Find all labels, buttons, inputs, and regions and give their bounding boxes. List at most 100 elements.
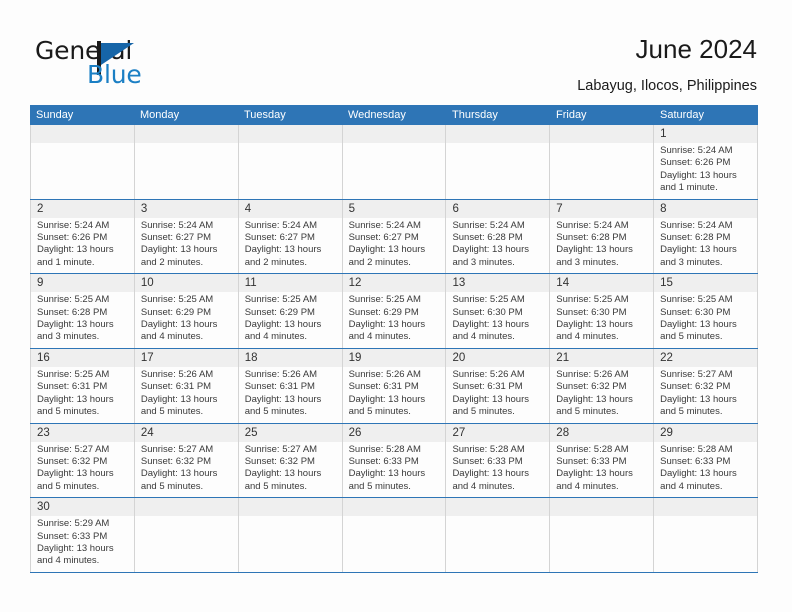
calendar-day-cell[interactable]: 7 Sunrise: 5:24 AM Sunset: 6:28 PM Daylight… <box>549 199 654 274</box>
daylight-text-line2: and 5 minutes. <box>556 406 619 418</box>
day-number <box>550 498 654 517</box>
daylight-text-line2: and 4 minutes. <box>140 331 204 343</box>
sunrise-text: Sunrise: 5:24 AM <box>452 219 525 231</box>
day-sun-info <box>239 516 342 522</box>
calendar-day-cell[interactable]: 25 Sunrise: 5:27 AM Sunset: 6:32 PM Dayligh… <box>237 423 342 498</box>
sunset-text: Sunset: 6:29 PM <box>244 306 315 318</box>
calendar-day-cell[interactable]: 19 Sunrise: 5:26 AM Sunset: 6:31 PM Dayligh… <box>341 348 446 423</box>
calendar-day-cell-empty <box>237 125 342 199</box>
day-number: 4 <box>238 199 342 218</box>
day-number: 17 <box>134 348 238 367</box>
calendar-day-cell[interactable]: 1 Sunrise: 5:24 AM Sunset: 6:26 PM Daylight… <box>653 125 759 199</box>
sunset-text: Sunset: 6:31 PM <box>244 381 315 393</box>
sunset-text: Sunset: 6:33 PM <box>660 455 731 467</box>
daylight-text-line1: Daylight: 13 hours <box>244 319 322 331</box>
day-number: 6 <box>446 199 550 218</box>
day-number: 2 <box>31 199 134 218</box>
day-number <box>238 125 342 143</box>
weekday-header-monday: Monday <box>140 109 180 121</box>
calendar-day-cell[interactable]: 8 Sunrise: 5:24 AM Sunset: 6:28 PM Daylight… <box>653 199 759 274</box>
calendar-day-cell[interactable]: 10 Sunrise: 5:25 AM Sunset: 6:29 PM Dayligh… <box>133 274 238 348</box>
daylight-text-line2: and 4 minutes. <box>556 480 619 492</box>
calendar-day-cell[interactable]: 29 Sunrise: 5:28 AM Sunset: 6:33 PM Dayligh… <box>653 423 759 498</box>
sunrise-text: Sunrise: 5:25 AM <box>140 294 214 306</box>
calendar-week-row: 30 Sunrise: 5:29 AM Sunset: 6:33 PM Dayligh… <box>30 498 759 573</box>
daylight-text-line1: Daylight: 13 hours <box>556 393 633 405</box>
sunset-text: Sunset: 6:30 PM <box>660 306 731 318</box>
weekday-header-friday: Friday <box>556 109 587 121</box>
calendar-day-cell-empty <box>445 125 550 199</box>
day-number <box>446 125 550 143</box>
day-number: 20 <box>446 348 550 367</box>
calendar-day-cell[interactable]: 30 Sunrise: 5:29 AM Sunset: 6:33 PM Dayligh… <box>30 498 134 572</box>
sunrise-text: Sunrise: 5:27 AM <box>140 443 214 455</box>
calendar-day-cell[interactable]: 6 Sunrise: 5:24 AM Sunset: 6:28 PM Daylight… <box>445 199 550 274</box>
day-number <box>134 498 238 517</box>
day-number: 3 <box>134 199 238 218</box>
calendar-day-cell[interactable]: 27 Sunrise: 5:28 AM Sunset: 6:33 PM Dayligh… <box>445 423 550 498</box>
daylight-text-line2: and 4 minutes. <box>556 331 619 343</box>
calendar-day-cell[interactable]: 13 Sunrise: 5:25 AM Sunset: 6:30 PM Dayligh… <box>445 274 550 348</box>
daylight-text-line2: and 3 minutes. <box>660 256 723 268</box>
calendar-day-cell[interactable]: 20 Sunrise: 5:26 AM Sunset: 6:31 PM Dayligh… <box>445 348 550 423</box>
calendar-day-cell[interactable]: 16 Sunrise: 5:25 AM Sunset: 6:31 PM Dayligh… <box>30 348 134 423</box>
calendar-day-cell-empty <box>133 125 238 199</box>
sunrise-text: Sunrise: 5:25 AM <box>660 294 733 306</box>
daylight-text-line2: and 2 minutes. <box>348 256 411 268</box>
day-number <box>342 498 446 517</box>
calendar-day-cell-empty <box>341 498 446 572</box>
calendar-day-cell[interactable]: 11 Sunrise: 5:25 AM Sunset: 6:29 PM Dayligh… <box>237 274 342 348</box>
calendar-day-cell[interactable]: 2 Sunrise: 5:24 AM Sunset: 6:26 PM Daylight… <box>30 199 134 274</box>
day-number: 27 <box>446 423 550 442</box>
calendar-day-cell[interactable]: 24 Sunrise: 5:27 AM Sunset: 6:32 PM Dayligh… <box>133 423 238 498</box>
day-number <box>654 498 758 517</box>
calendar-day-cell[interactable]: 21 Sunrise: 5:26 AM Sunset: 6:32 PM Dayligh… <box>549 348 654 423</box>
page-title: June 2024 <box>635 34 757 64</box>
sunset-text: Sunset: 6:28 PM <box>556 232 627 244</box>
day-number: 1 <box>654 125 758 143</box>
day-number: 23 <box>31 423 134 442</box>
daylight-text-line2: and 5 minutes. <box>660 331 723 343</box>
sunrise-text: Sunrise: 5:26 AM <box>556 368 629 380</box>
sunset-text: Sunset: 6:33 PM <box>348 455 419 467</box>
calendar-day-cell[interactable]: 28 Sunrise: 5:28 AM Sunset: 6:33 PM Dayligh… <box>549 423 654 498</box>
weekday-header-thursday: Thursday <box>452 109 498 121</box>
calendar-day-cell[interactable]: 22 Sunrise: 5:27 AM Sunset: 6:32 PM Dayligh… <box>653 348 759 423</box>
day-number: 5 <box>342 199 446 218</box>
calendar-day-cell[interactable]: 12 Sunrise: 5:25 AM Sunset: 6:29 PM Dayligh… <box>341 274 446 348</box>
calendar-day-cell[interactable]: 17 Sunrise: 5:26 AM Sunset: 6:31 PM Dayligh… <box>133 348 238 423</box>
daylight-text-line1: Daylight: 13 hours <box>348 468 426 480</box>
calendar-day-cell[interactable]: 15 Sunrise: 5:25 AM Sunset: 6:30 PM Dayligh… <box>653 274 759 348</box>
calendar-day-cell[interactable]: 26 Sunrise: 5:28 AM Sunset: 6:33 PM Dayligh… <box>341 423 446 498</box>
day-sun-info: Sunrise: 5:26 AM Sunset: 6:31 PM Daylight:… <box>343 367 446 423</box>
calendar-day-cell[interactable]: 18 Sunrise: 5:26 AM Sunset: 6:31 PM Dayligh… <box>237 348 342 423</box>
general-blue-logo[interactable]: General Blue <box>35 38 215 90</box>
day-number: 11 <box>238 274 342 293</box>
day-number: 14 <box>550 274 654 293</box>
daylight-text-line2: and 2 minutes. <box>140 256 204 268</box>
daylight-text-line1: Daylight: 13 hours <box>348 393 426 405</box>
day-number: 19 <box>342 348 446 367</box>
day-number: 9 <box>31 274 134 293</box>
daylight-text-line1: Daylight: 13 hours <box>348 244 426 256</box>
sunset-text: Sunset: 6:32 PM <box>37 455 108 467</box>
calendar-day-cell[interactable]: 3 Sunrise: 5:24 AM Sunset: 6:27 PM Daylight… <box>133 199 238 274</box>
day-sun-info <box>446 516 549 522</box>
day-number <box>446 498 550 517</box>
calendar-week-row: 23 Sunrise: 5:27 AM Sunset: 6:32 PM Dayligh… <box>30 423 759 499</box>
day-number: 7 <box>550 199 654 218</box>
calendar-day-cell[interactable]: 9 Sunrise: 5:25 AM Sunset: 6:28 PM Daylight… <box>30 274 134 348</box>
sunrise-text: Sunrise: 5:24 AM <box>660 219 733 231</box>
calendar-day-cell-empty <box>549 498 654 572</box>
calendar-day-cell[interactable]: 23 Sunrise: 5:27 AM Sunset: 6:32 PM Dayligh… <box>30 423 134 498</box>
calendar-day-cell[interactable]: 14 Sunrise: 5:25 AM Sunset: 6:30 PM Dayligh… <box>549 274 654 348</box>
daylight-text-line2: and 4 minutes. <box>452 480 515 492</box>
calendar-day-cell[interactable]: 5 Sunrise: 5:24 AM Sunset: 6:27 PM Daylight… <box>341 199 446 274</box>
day-number: 26 <box>342 423 446 442</box>
daylight-text-line2: and 3 minutes. <box>37 331 100 343</box>
day-number: 22 <box>654 348 758 367</box>
day-sun-info: Sunrise: 5:26 AM Sunset: 6:31 PM Daylight:… <box>446 367 549 423</box>
day-sun-info: Sunrise: 5:24 AM Sunset: 6:26 PM Daylight:… <box>654 143 757 199</box>
sunset-text: Sunset: 6:27 PM <box>140 232 212 244</box>
calendar-day-cell[interactable]: 4 Sunrise: 5:24 AM Sunset: 6:27 PM Daylight… <box>237 199 342 274</box>
